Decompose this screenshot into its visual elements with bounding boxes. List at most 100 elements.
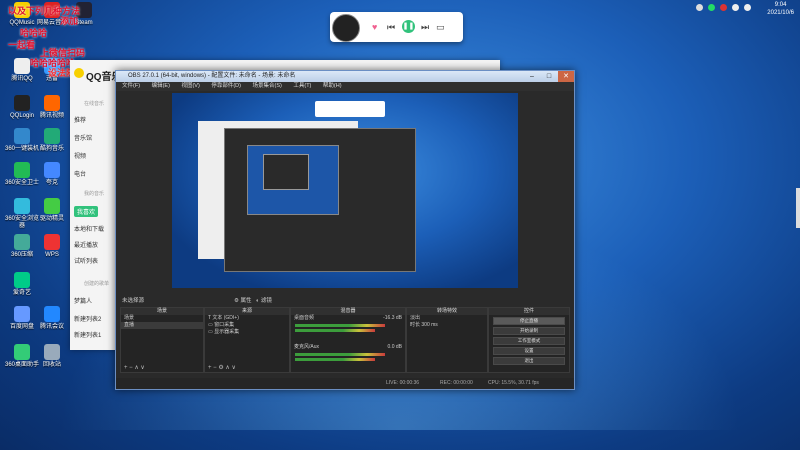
menu-edit[interactable]: 编辑(E) <box>152 83 170 89</box>
desktop-icon[interactable]: 驱动精灵 <box>34 198 70 223</box>
preview-nested-3 <box>263 154 309 190</box>
desktop-icon-label: 腾讯会议 <box>39 324 64 330</box>
prev-icon[interactable]: ⏮ <box>387 22 395 33</box>
exit-button[interactable]: 退出 <box>493 357 565 365</box>
playlist-2[interactable]: 新建列表2 <box>74 314 101 323</box>
menu-help[interactable]: 帮助(H) <box>323 83 342 89</box>
tray-app-icon[interactable] <box>696 4 703 11</box>
mixer-header: 混音器 <box>291 308 405 315</box>
studio-mode-button[interactable]: 工作室模式 <box>493 337 565 345</box>
tray-wechat-icon[interactable] <box>708 4 715 11</box>
menu-tools[interactable]: 工具(T) <box>293 83 311 89</box>
minimize-button[interactable]: – <box>524 71 540 82</box>
source-label: 显示器采集 <box>214 329 240 335</box>
playlist-1[interactable]: 梦篇人 <box>74 296 92 305</box>
settings-button[interactable]: 设置 <box>493 347 565 355</box>
source-item[interactable]: ▭ 显示器采集 <box>205 329 289 336</box>
start-recording-button[interactable]: 开始录制 <box>493 327 565 335</box>
section-created: 创建的歌单 <box>84 281 110 287</box>
mixer-ch1-meter <box>295 324 385 327</box>
obs-preview[interactable] <box>172 93 518 288</box>
mixer-ch1-db: -16.3 dB <box>383 315 402 321</box>
obs-window[interactable]: OBS 27.0.1 (64-bit, windows) - 配置文件: 未命名… <box>115 70 575 390</box>
heart-icon[interactable]: ♥ <box>372 22 377 32</box>
scene-item-selected[interactable]: 直播 <box>121 322 203 329</box>
source-item[interactable]: T 文本 (GDI+) <box>205 315 289 322</box>
close-button[interactable]: ✕ <box>558 71 574 82</box>
desktop-icon[interactable]: 腾讯视频 <box>34 95 70 120</box>
app-icon <box>44 198 60 214</box>
scene-item[interactable]: 场景 <box>121 315 203 322</box>
filters-button[interactable]: ◐ 滤镜 <box>256 296 272 304</box>
mixer-ch1-label: 桌面音频 <box>294 315 315 321</box>
mixer-ch2-slider[interactable] <box>295 358 375 361</box>
app-icon <box>44 234 60 250</box>
sources-add-button[interactable]: + − ⚙ ∧ ∨ <box>208 364 236 371</box>
desktop-icon[interactable]: 腾讯会议 <box>34 306 70 331</box>
nav-radio[interactable]: 电台 <box>74 169 86 178</box>
no-source-selected: 未选择源 <box>122 298 145 304</box>
scenes-add-button[interactable]: + − ∧ ∨ <box>124 364 145 371</box>
menu-view[interactable]: 视图(V) <box>181 83 199 89</box>
desktop-icon[interactable]: 酷狗音乐 <box>34 128 70 153</box>
nav-favorites[interactable]: 我喜欢 <box>74 206 99 217</box>
maximize-button[interactable]: □ <box>541 71 557 82</box>
app-icon <box>14 234 30 250</box>
desktop-icon-label: 驱动精灵 <box>39 216 64 222</box>
tray-volume-icon[interactable] <box>744 4 751 11</box>
app-icon <box>14 95 30 111</box>
menu-scene-collection[interactable]: 场景集合(S) <box>252 83 281 89</box>
desktop-icon-label: 腾讯视频 <box>39 113 64 119</box>
source-item[interactable]: ▭ 窗口采集 <box>205 322 289 329</box>
mixer-ch2-db: 0.0 dB <box>387 344 402 350</box>
status-cpu: CPU: 15.5%, 30.71 fps <box>488 380 539 386</box>
transition-type[interactable]: 淡出 <box>407 315 487 322</box>
transition-duration[interactable]: 时长 300 ms <box>407 322 487 329</box>
desktop-icon-label: 爱奇艺 <box>12 290 31 296</box>
tray-time: 9:04 <box>774 2 787 8</box>
tray-network-icon[interactable] <box>732 4 739 11</box>
app-icon <box>14 128 30 144</box>
mixer-channel-2: 麦克风/Aux 0.0 dB <box>291 344 405 351</box>
album-cover <box>332 14 360 42</box>
side-widget-edge[interactable] <box>796 188 800 228</box>
nav-video[interactable]: 视频 <box>74 151 86 160</box>
nav-recommend[interactable]: 推荐 <box>74 115 86 124</box>
tray-clock[interactable]: 9:04 2021/10/6 <box>767 1 794 17</box>
overlay-text-5: 上微信扫码 <box>40 48 86 58</box>
nav-trial[interactable]: 试听列表 <box>74 256 98 265</box>
overlay-text-3: 哈哈哈 <box>20 28 48 38</box>
nav-local[interactable]: 本地和下载 <box>74 224 104 233</box>
playlist-3[interactable]: 新建列表1 <box>74 330 101 339</box>
preview-obs-nested <box>224 128 416 272</box>
sources-panel: 来源 T 文本 (GDI+) ▭ 窗口采集 ▭ 显示器采集 + − ⚙ ∧ ∨ <box>204 307 290 373</box>
mixer-ch1-slider[interactable] <box>295 329 375 332</box>
desktop-icon[interactable]: 夸克 <box>34 162 70 187</box>
mixer-channel-1: 桌面音频 -16.3 dB <box>291 315 405 322</box>
tray-antivirus-icon[interactable] <box>720 4 727 11</box>
stop-streaming-button[interactable]: 停止直播 <box>493 317 565 325</box>
menu-file[interactable]: 文件(F) <box>122 83 140 89</box>
overlay-text-1: 以及下列几种方法 <box>8 6 81 16</box>
music-mini-player[interactable]: ♥ ⏮ ❚❚ ⏭ ▭ <box>330 12 463 42</box>
desktop-icon-label: 酷狗音乐 <box>39 146 64 152</box>
tray-date: 2021/10/6 <box>767 10 794 16</box>
desktop-icon[interactable]: 回收站 <box>34 344 70 369</box>
desktop-icon[interactable]: 爱奇艺 <box>4 272 40 297</box>
obs-status-bar: LIVE: 00:00:36 REC: 00:00:00 CPU: 15.5%,… <box>116 378 574 389</box>
desktop-icon[interactable]: WPS <box>34 234 70 259</box>
properties-label: 属性 <box>240 298 252 304</box>
properties-button[interactable]: ⚙ 属性 <box>234 296 251 304</box>
status-live: LIVE: 00:00:36 <box>386 380 420 386</box>
app-icon <box>44 128 60 144</box>
nav-music-hall[interactable]: 音乐馆 <box>74 133 92 142</box>
mixer-panel: 混音器 桌面音频 -16.3 dB 麦克风/Aux 0.0 dB <box>290 307 406 373</box>
next-icon[interactable]: ⏭ <box>421 22 429 33</box>
menu-docks[interactable]: 停靠部件(D) <box>211 83 241 89</box>
pause-icon[interactable]: ❚❚ <box>402 20 415 33</box>
obs-titlebar[interactable]: OBS 27.0.1 (64-bit, windows) - 配置文件: 未命名… <box>116 71 574 82</box>
lyrics-icon[interactable]: ▭ <box>436 22 445 33</box>
app-icon <box>14 272 30 288</box>
nav-recent[interactable]: 最近播放 <box>74 240 98 249</box>
duration-value: 300 ms <box>421 322 438 328</box>
